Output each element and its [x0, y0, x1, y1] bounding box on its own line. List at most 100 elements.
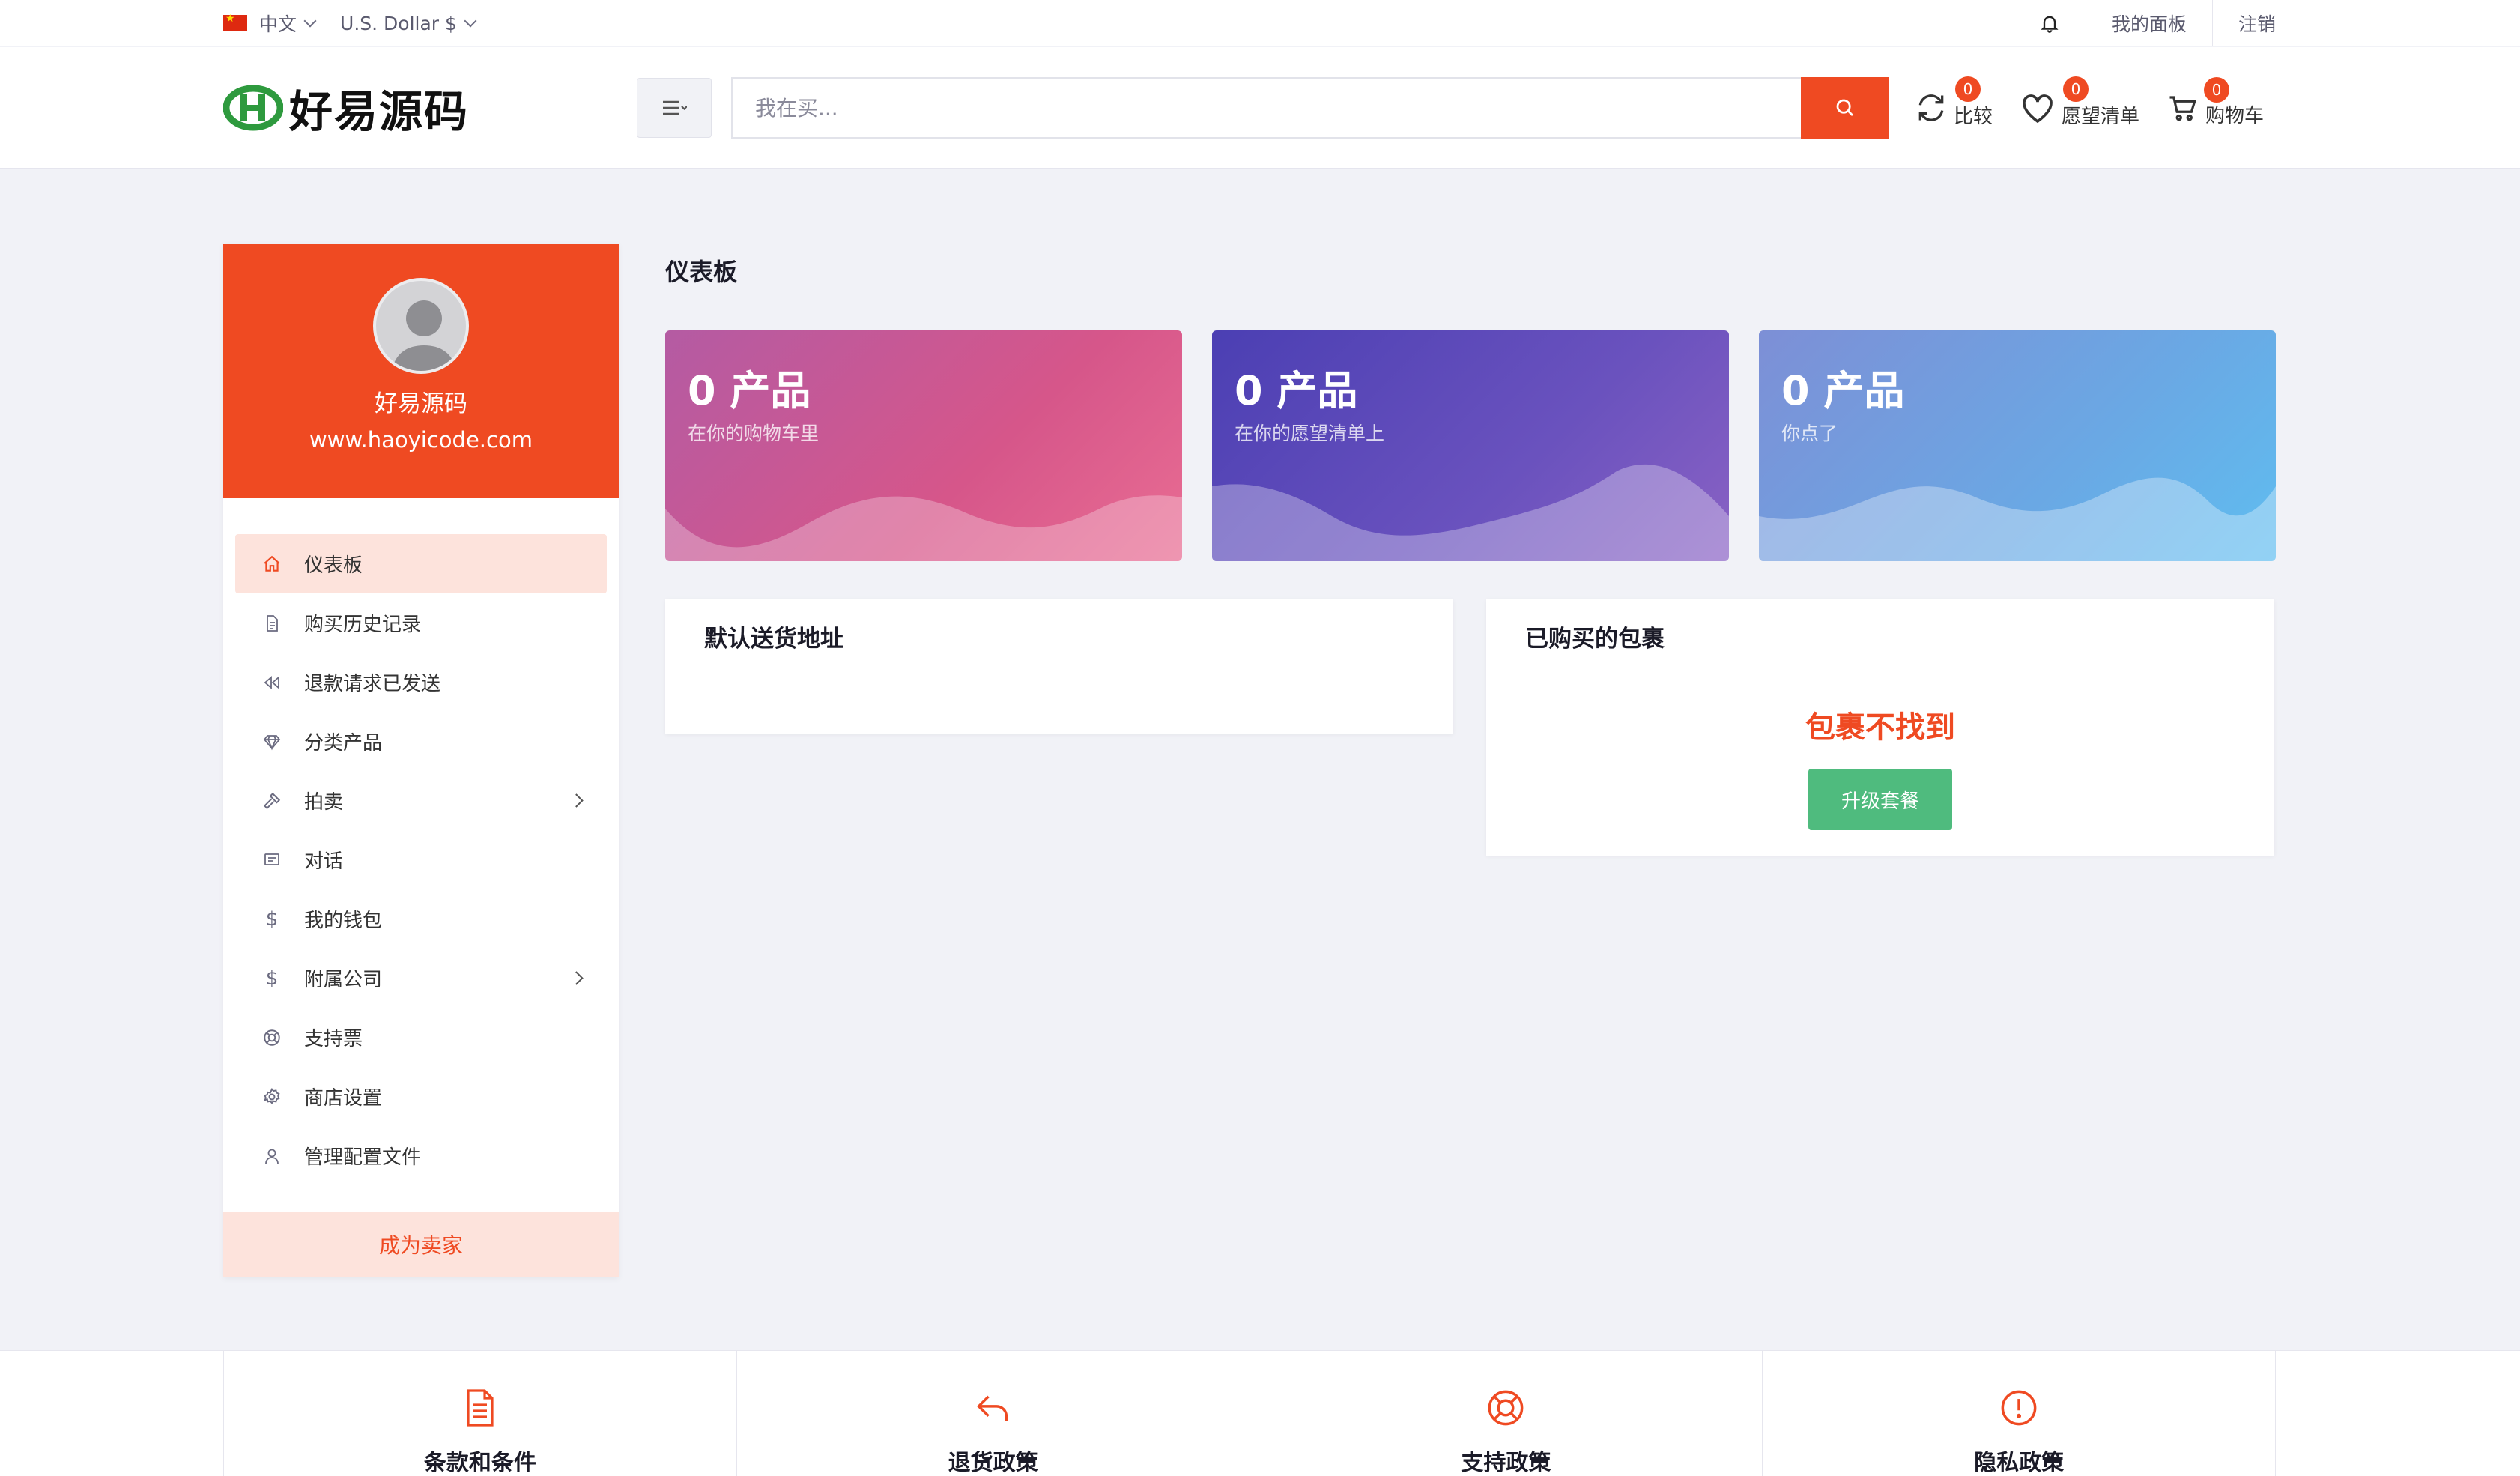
logout-link[interactable]: 注销: [2211, 0, 2276, 46]
sidebar-item-label: 附属公司: [304, 969, 383, 991]
wave-decoration: [1212, 464, 1729, 561]
wishlist-button[interactable]: 0 愿望清单: [2020, 76, 2139, 128]
page-title: 仪表板: [665, 258, 738, 286]
compare-button[interactable]: 0 比较: [1915, 76, 1993, 128]
sidebar-item-refund-requests[interactable]: 退款请求已发送: [235, 653, 607, 712]
sidebar-item-label: 我的钱包: [304, 910, 383, 932]
privacy-policy-link[interactable]: 隐私政策: [1763, 1351, 2276, 1476]
card-title: 已购买的包裹: [1486, 599, 2274, 674]
stat-caption: 你点了: [1781, 423, 1838, 444]
currency-label: U.S. Dollar $: [340, 12, 457, 34]
sidebar-item-classified-products[interactable]: 分类产品: [235, 712, 607, 771]
sidebar-item-label: 管理配置文件: [304, 1146, 422, 1169]
currency-selector[interactable]: U.S. Dollar $: [340, 12, 477, 34]
profile-website: www.haoyicode.com: [309, 427, 533, 453]
become-seller-button[interactable]: 成为卖家: [223, 1212, 619, 1277]
search-input[interactable]: [731, 77, 1801, 139]
return-policy-link[interactable]: 退货政策: [737, 1351, 1250, 1476]
sidebar-item-label: 仪表板: [304, 554, 363, 577]
account-sidebar: 好易源码 www.haoyicode.com 仪表板 购买历史记录 退款请求已发…: [223, 244, 619, 1277]
site-logo[interactable]: 好易源码: [223, 76, 637, 139]
wishlist-count-badge: 0: [2063, 76, 2089, 102]
cart-button[interactable]: 0 购物车: [2166, 77, 2264, 127]
language-selector[interactable]: 中文: [223, 10, 317, 37]
sidebar-item-my-wallet[interactable]: $ 我的钱包: [235, 889, 607, 949]
sidebar-item-label: 分类产品: [304, 732, 383, 754]
ordered-products-stat-card: 0 产品 你点了: [1759, 330, 2276, 561]
stat-caption: 在你的愿望清单上: [1235, 423, 1385, 444]
cart-count-badge: 0: [2204, 77, 2230, 103]
sidebar-item-auction[interactable]: 拍卖: [235, 771, 607, 830]
avatar: [373, 278, 469, 374]
stat-value: 0 产品: [688, 367, 811, 414]
stat-value: 0 产品: [1235, 367, 1358, 414]
footer-link-label: 隐私政策: [1974, 1450, 2065, 1476]
sidebar-item-manage-profile[interactable]: 管理配置文件: [235, 1126, 607, 1185]
footer-link-label: 支持政策: [1461, 1450, 1551, 1476]
diamond-icon: [263, 734, 281, 750]
sidebar-item-label: 拍卖: [304, 791, 344, 814]
upgrade-package-button[interactable]: 升级套餐: [1808, 769, 1952, 830]
stat-value: 0 产品: [1781, 367, 1905, 414]
sidebar-item-affiliate[interactable]: $ 附属公司: [235, 949, 607, 1008]
alert-icon: [2001, 1390, 2037, 1426]
purchased-package-card: 已购买的包裹 包裹不找到 升级套餐: [1486, 599, 2274, 856]
chevron-down-icon: [464, 14, 477, 28]
card-title: 默认送货地址: [665, 599, 1453, 674]
cart-icon: [2169, 96, 2196, 121]
sidebar-item-label: 对话: [304, 850, 344, 873]
home-icon: [264, 555, 280, 572]
wave-decoration: [1759, 477, 2276, 561]
sidebar-item-label: 退款请求已发送: [304, 673, 441, 695]
wave-decoration: [665, 495, 1182, 561]
user-silhouette-icon: [392, 300, 456, 371]
document-icon: [467, 1389, 494, 1427]
site-header: 好易源码 0 比较 0 愿望清单 0 购物车: [0, 47, 2520, 169]
wishlist-label: 愿望清单: [2062, 106, 2140, 128]
user-icon: [265, 1149, 279, 1164]
dollar-icon: $: [265, 967, 279, 990]
bell-icon: [2041, 16, 2059, 33]
policy-footer: 条款和条件 退货政策 支持政策 隐私政策: [0, 1350, 2520, 1476]
cart-label: 购物车: [2205, 105, 2265, 127]
default-address-card: 默认送货地址: [665, 599, 1453, 734]
chevron-down-icon: [303, 14, 317, 28]
sidebar-item-support-ticket[interactable]: 支持票: [235, 1008, 607, 1067]
sidebar-item-label: 支持票: [304, 1028, 363, 1050]
dollar-icon: $: [265, 907, 279, 931]
cart-products-stat-card: 0 产品 在你的购物车里: [665, 330, 1182, 561]
search-bar: [731, 77, 1889, 139]
support-policy-link[interactable]: 支持政策: [1250, 1351, 1763, 1476]
categories-menu-button[interactable]: [637, 78, 712, 138]
sidebar-item-conversations[interactable]: 对话: [235, 830, 607, 889]
china-flag-icon: [223, 13, 247, 31]
compare-label: 比较: [1954, 106, 1993, 128]
sidebar-item-purchase-history[interactable]: 购买历史记录: [235, 593, 607, 653]
my-dashboard-link[interactable]: 我的面板: [2085, 0, 2212, 46]
return-arrow-icon: [976, 1395, 1008, 1421]
sidebar-item-shop-settings[interactable]: 商店设置: [235, 1067, 607, 1126]
package-not-found-text: 包裹不找到: [1805, 710, 1955, 745]
profile-name: 好易源码: [375, 390, 467, 417]
chevron-right-icon: [569, 793, 584, 808]
sidebar-menu: 仪表板 购买历史记录 退款请求已发送 分类产品 拍卖 对话 $ 我的钱包 $ 附…: [223, 498, 619, 1185]
logo-text: 好易源码: [289, 86, 470, 137]
chevron-right-icon: [569, 971, 584, 985]
stat-caption: 在你的购物车里: [688, 423, 820, 444]
refresh-icon: [1918, 94, 1944, 121]
search-button[interactable]: [1801, 77, 1889, 139]
search-icon: [1836, 99, 1853, 116]
document-icon: [267, 614, 278, 632]
terms-conditions-link[interactable]: 条款和条件: [224, 1351, 737, 1476]
chat-icon: [264, 853, 279, 865]
compare-count-badge: 0: [1955, 76, 1981, 102]
footer-link-label: 退货政策: [948, 1450, 1038, 1476]
sidebar-item-label: 商店设置: [304, 1087, 383, 1110]
notifications-button[interactable]: [2014, 0, 2086, 46]
gavel-icon: [263, 792, 281, 809]
sidebar-item-dashboard[interactable]: 仪表板: [235, 534, 607, 593]
support-icon: [264, 1029, 280, 1046]
heart-icon: [2023, 94, 2053, 124]
gear-icon: [264, 1087, 280, 1104]
logo-icon: [223, 85, 283, 131]
